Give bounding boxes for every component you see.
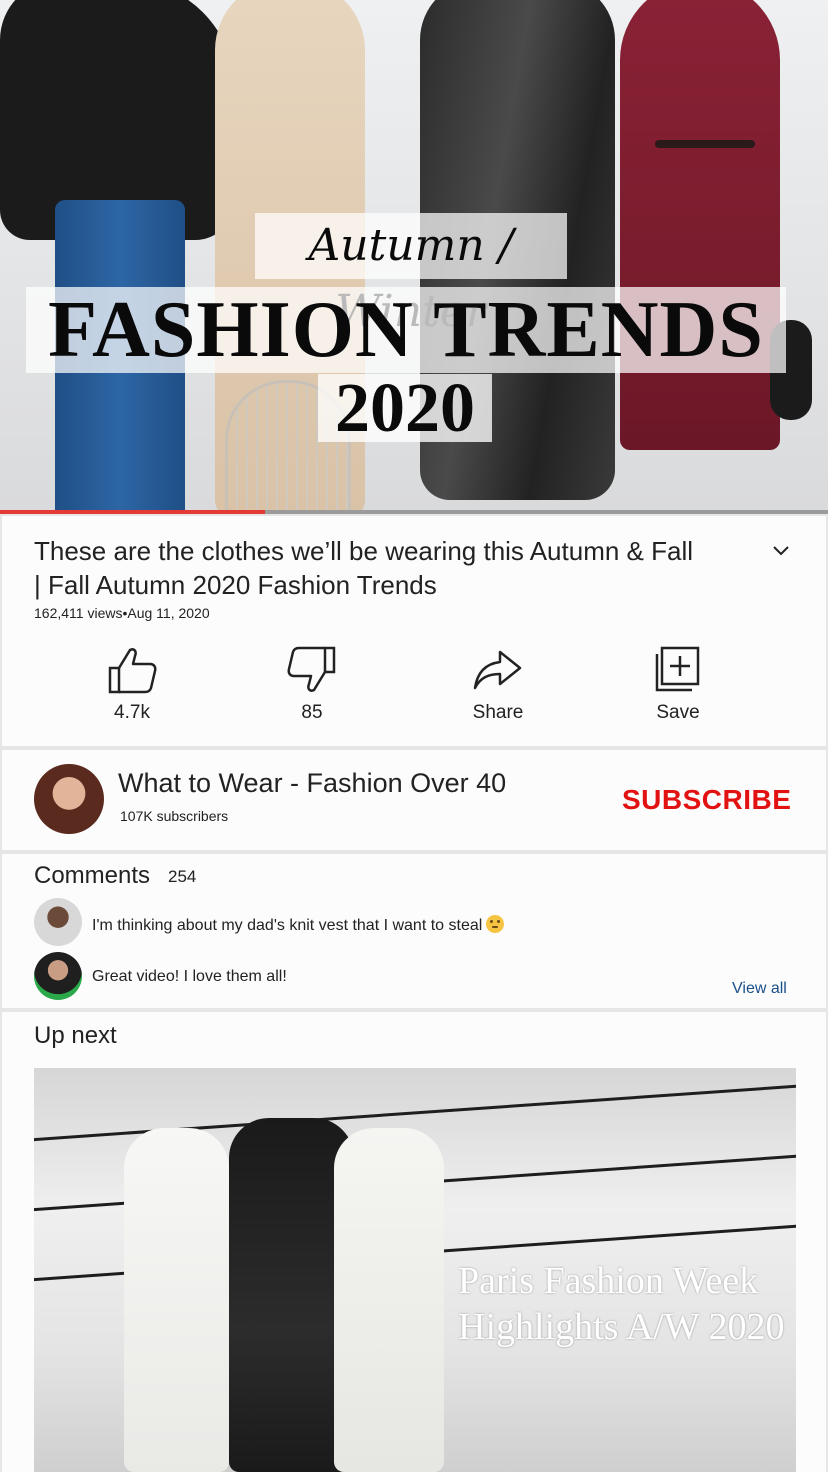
dislike-button[interactable]: 85 [252, 646, 372, 724]
subscribe-button[interactable]: SUBSCRIBE [622, 784, 791, 816]
channel-avatar[interactable] [34, 764, 104, 834]
dislike-count: 85 [301, 702, 323, 723]
up-next-card: Up next Paris Fashion Week Highlights A/… [2, 1012, 826, 1472]
channel-name[interactable]: What to Wear - Fashion Over 40 [118, 768, 506, 799]
save-label: Save [656, 702, 700, 723]
up-next-video-title: Paris Fashion Week Highlights A/W 2020 [458, 1260, 785, 1348]
channel-card: What to Wear - Fashion Over 40 107K subs… [2, 750, 826, 850]
comments-card[interactable]: Comments 254 I'm thinking about my dad's… [2, 854, 826, 1008]
thumbs-up-icon [108, 648, 157, 694]
comments-heading: Comments [34, 862, 151, 889]
comment-text: I'm thinking about my dad's knit vest th… [92, 915, 505, 935]
commenter-avatar[interactable] [34, 898, 82, 946]
thumbnail-script-line: Autumn / Winter [255, 213, 567, 337]
thinking-face-icon [486, 915, 505, 933]
video-title[interactable]: These are the clothes we’ll be wearing t… [34, 534, 694, 602]
up-next-heading: Up next [34, 1022, 117, 1049]
video-player[interactable]: Autumn / Winter FASHION TRENDS 2020 [0, 0, 828, 514]
thumbnail-year: 2020 [318, 374, 492, 444]
up-next-thumbnail[interactable]: Paris Fashion Week Highlights A/W 2020 [34, 1068, 796, 1472]
comment-text: Great video! I love them all! [92, 968, 287, 985]
runway-model [334, 1128, 444, 1472]
save-button[interactable]: Save [618, 646, 738, 724]
model-figure [620, 0, 780, 450]
progress-bar-fill [0, 510, 265, 514]
share-icon [473, 650, 522, 690]
belt-prop [655, 140, 755, 148]
like-button[interactable]: 4.7k [72, 646, 192, 724]
commenter-avatar[interactable] [34, 952, 82, 1000]
thumbnail-headline: FASHION TRENDS [26, 287, 786, 373]
share-label: Share [472, 702, 524, 723]
share-button[interactable]: Share [438, 646, 558, 724]
comment-text-body: I'm thinking about my dad's knit vest th… [92, 917, 483, 934]
video-meta: 162,411 views•Aug 11, 2020 [34, 605, 210, 621]
chevron-down-icon[interactable] [770, 540, 792, 562]
comments-count: 254 [168, 867, 197, 886]
thumbs-down-icon [287, 646, 336, 692]
view-all-comments-link[interactable]: View all [732, 980, 787, 998]
add-to-playlist-icon [655, 646, 700, 692]
runway-model [124, 1128, 229, 1472]
upload-date: Aug 11, 2020 [127, 605, 210, 621]
subscriber-count: 107K subscribers [120, 808, 229, 824]
video-info-card: These are the clothes we’ll be wearing t… [2, 516, 826, 746]
like-count: 4.7k [114, 702, 150, 723]
view-count: 162,411 views [34, 605, 123, 621]
progress-bar[interactable] [0, 510, 828, 514]
